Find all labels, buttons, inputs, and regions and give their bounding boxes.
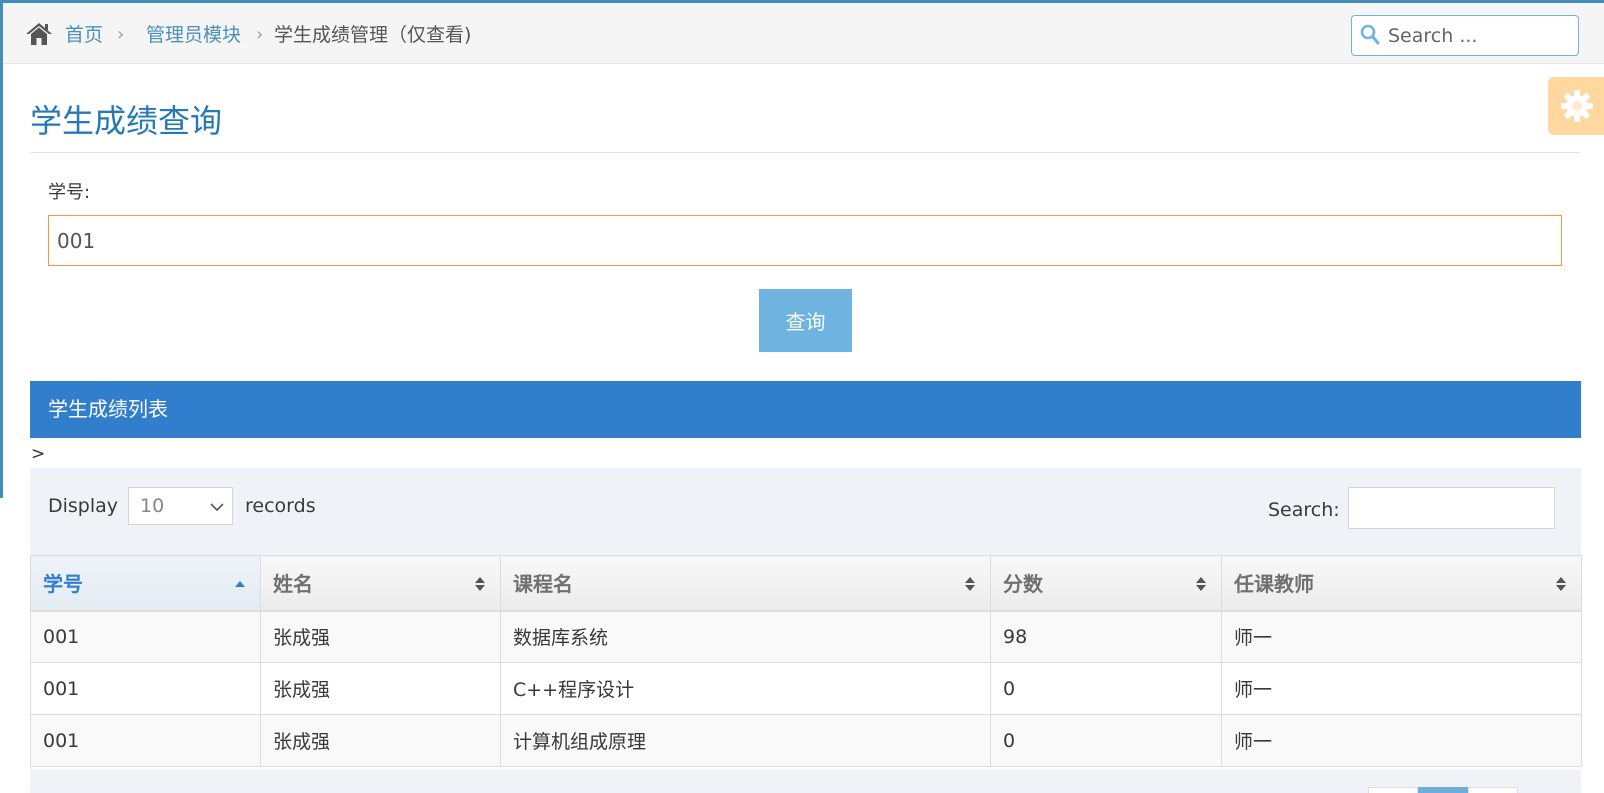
table-row: 001 张成强 计算机组成原理 0 师一 <box>30 714 1582 767</box>
student-id-input[interactable] <box>48 215 1562 266</box>
page-length-select[interactable]: 10 <box>128 487 233 525</box>
cell-teacher: 师一 <box>1221 609 1582 663</box>
sort-both-icon <box>965 577 975 591</box>
cell-student-id: 001 <box>30 662 261 715</box>
table-row: 001 张成强 数据库系统 98 师一 <box>30 609 1582 663</box>
cell-student-id: 001 <box>30 714 261 767</box>
table-footer <box>30 769 1581 793</box>
table-row: 001 张成强 C++程序设计 0 师一 <box>30 662 1582 715</box>
student-id-label: 学号: <box>48 182 91 203</box>
nav-search-input[interactable] <box>1388 20 1573 51</box>
column-header-label: 学号 <box>43 572 83 597</box>
cell-name: 张成强 <box>260 714 501 767</box>
display-label: Display <box>48 495 119 517</box>
cell-name: 张成强 <box>260 609 501 663</box>
cell-teacher: 师一 <box>1221 714 1582 767</box>
left-accent-line <box>0 0 3 498</box>
sort-both-icon <box>1556 577 1566 591</box>
column-header-teacher[interactable]: 任课教师 <box>1221 555 1582 611</box>
panel-header: 学生成绩列表 <box>30 381 1581 438</box>
column-header-label: 分数 <box>1003 572 1043 597</box>
column-header-student-id[interactable]: 学号 <box>30 555 261 611</box>
cell-name: 张成强 <box>260 662 501 715</box>
cell-course: 数据库系统 <box>500 609 991 663</box>
cell-student-id: 001 <box>30 609 261 663</box>
settings-button[interactable] <box>1548 77 1604 135</box>
nav-search-box <box>1351 15 1579 56</box>
column-header-label: 任课教师 <box>1234 572 1314 597</box>
title-divider <box>30 152 1580 153</box>
table-search-input[interactable] <box>1348 487 1555 529</box>
search-icon <box>1360 24 1380 45</box>
column-header-name[interactable]: 姓名 <box>260 555 501 611</box>
records-label: records <box>245 495 316 517</box>
pagination-next-button[interactable] <box>1468 787 1518 793</box>
pagination-prev-button[interactable] <box>1368 787 1418 793</box>
column-header-label: 姓名 <box>273 572 313 597</box>
breadcrumb-current: 学生成绩管理（仅查看) <box>274 24 472 46</box>
column-header-course[interactable]: 课程名 <box>500 555 991 611</box>
table-header-row: 学号 姓名 课程名 分数 任课教师 <box>30 555 1582 611</box>
chevron-right-icon: › <box>256 24 264 45</box>
page-length-value: 10 <box>140 495 165 517</box>
page-title: 学生成绩查询 <box>30 102 223 140</box>
breadcrumb-module-link[interactable]: 管理员模块 <box>146 22 241 48</box>
scores-table: 学号 姓名 课程名 分数 任课教师 001 张成强 数据库系统 98 师一 00… <box>30 555 1582 767</box>
home-icon[interactable] <box>25 21 53 47</box>
stray-text: > <box>31 444 46 464</box>
sort-both-icon <box>475 577 485 591</box>
cell-score: 98 <box>990 609 1222 663</box>
cell-course: C++程序设计 <box>500 662 991 715</box>
cell-teacher: 师一 <box>1221 662 1582 715</box>
cell-score: 0 <box>990 714 1222 767</box>
table-toolbar: Display 10 records Search: <box>30 468 1581 555</box>
pagination-page-button[interactable] <box>1418 787 1468 793</box>
breadcrumb-home-link[interactable]: 首页 <box>65 22 103 48</box>
cell-score: 0 <box>990 662 1222 715</box>
gear-icon <box>1561 90 1593 122</box>
chevron-down-icon <box>210 503 224 512</box>
sort-asc-icon <box>235 581 245 587</box>
sort-both-icon <box>1196 577 1206 591</box>
column-header-label: 课程名 <box>513 572 573 597</box>
chevron-right-icon: › <box>117 24 125 45</box>
table-search-label: Search: <box>1268 499 1340 521</box>
breadcrumb: 首页 › 管理员模块 › 学生成绩管理（仅查看) <box>3 3 1604 64</box>
query-button[interactable]: 查询 <box>759 289 852 352</box>
column-header-score[interactable]: 分数 <box>990 555 1222 611</box>
cell-course: 计算机组成原理 <box>500 714 991 767</box>
